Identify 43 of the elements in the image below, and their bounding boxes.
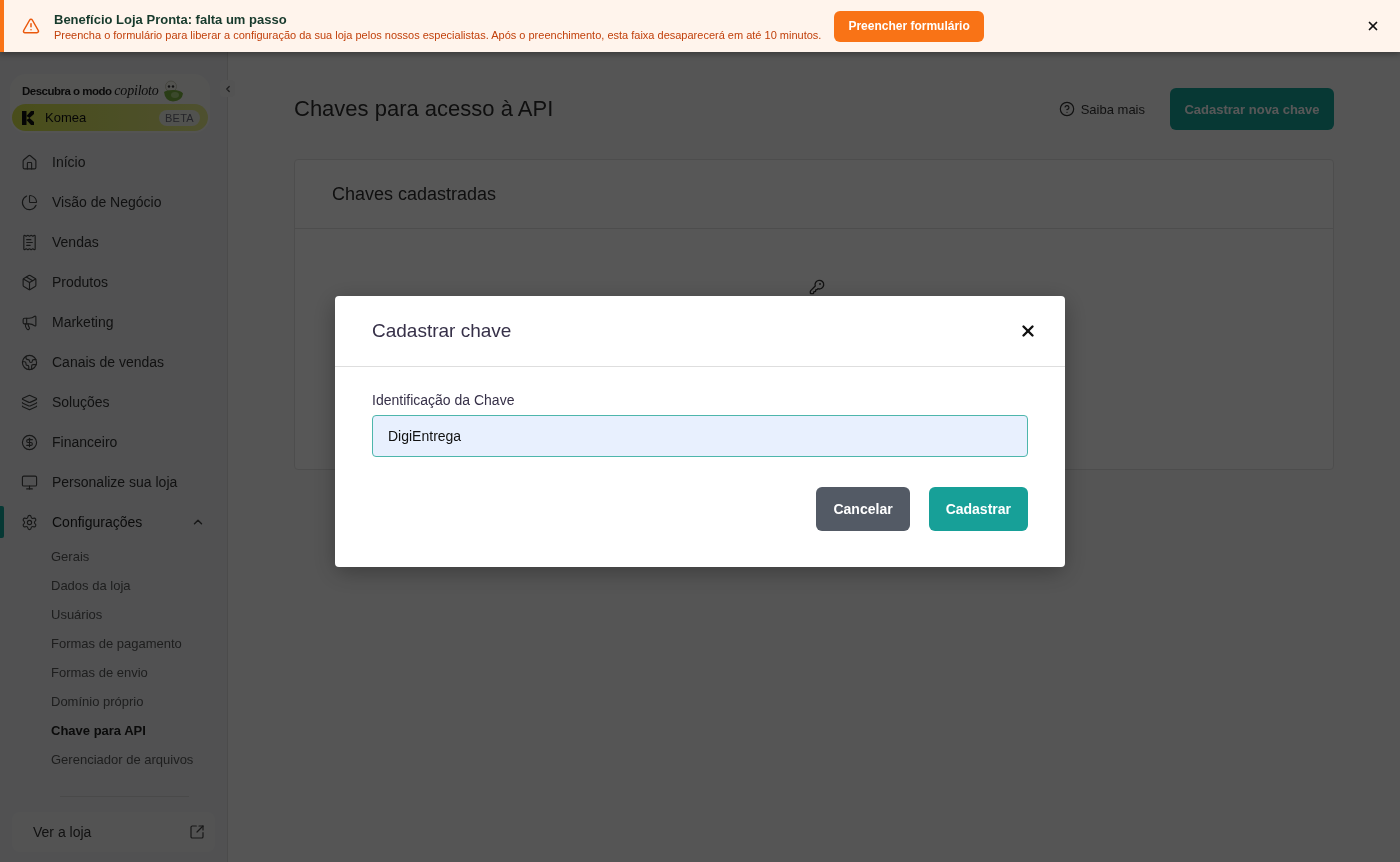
nav-item[interactable]: Visão de Negócio: [4, 182, 227, 222]
banner-title: Benefício Loja Pronta: falta um passo: [54, 11, 288, 27]
fill-form-button[interactable]: Preencher formulário: [834, 10, 984, 42]
receipt-icon: [21, 233, 38, 251]
card-title: Chaves cadastradas: [332, 183, 497, 205]
mascot-icon: [161, 80, 185, 102]
nav-item[interactable]: Marketing: [4, 302, 227, 342]
page-title: Chaves para acesso à API: [294, 96, 554, 122]
layers-icon: [21, 393, 38, 411]
monitor-icon: [21, 473, 38, 491]
submit-button[interactable]: Cadastrar: [928, 486, 1028, 531]
logo-icon: [22, 110, 34, 125]
nav-item[interactable]: Personalize sua loja: [4, 462, 227, 502]
close-icon: [1366, 19, 1380, 33]
modal-title: Cadastrar chave: [372, 319, 512, 342]
banner-message: Preencha o formulário para liberar a configuração da sua loja pelos nossos especialistas. Após o preenchimento, esta faixa desaparecerá em até 10 minutos.: [54, 28, 822, 41]
settings-icon: [21, 513, 38, 531]
warning-icon: [22, 17, 40, 35]
megaphone-icon: [21, 313, 38, 331]
nav-item[interactable]: Início: [4, 142, 227, 182]
key-icon: [809, 279, 825, 295]
nav-item[interactable]: Produtos: [4, 262, 227, 302]
external-link-icon: [189, 824, 205, 840]
globe-icon: [21, 353, 38, 371]
nav-item[interactable]: Soluções: [4, 382, 227, 422]
active-indicator: [0, 506, 4, 538]
house-icon: [21, 153, 38, 171]
subnav-item[interactable]: Chave para API: [0, 716, 227, 745]
field-label: Identificação da Chave: [372, 391, 516, 408]
cancel-button[interactable]: Cancelar: [816, 486, 910, 531]
input-field[interactable]: DigiEntrega: [372, 414, 1028, 457]
nav-item[interactable]: Canais de vendas: [4, 342, 227, 382]
nav-item[interactable]: Configurações: [4, 502, 227, 542]
help-link[interactable]: Saiba mais: [1058, 101, 1145, 117]
dollar-coin-icon: [21, 433, 38, 451]
close-button[interactable]: [1366, 19, 1380, 33]
box-icon: [21, 273, 38, 291]
nav-item[interactable]: Financeiro: [4, 422, 227, 462]
pie-chart-icon: [21, 193, 38, 211]
nav-item[interactable]: Vendas: [4, 222, 227, 262]
promo-headline: Descubra o modo copiloto: [22, 82, 159, 100]
help-icon: [1058, 101, 1075, 117]
new-key-button[interactable]: Cadastrar nova chave: [1170, 88, 1334, 130]
